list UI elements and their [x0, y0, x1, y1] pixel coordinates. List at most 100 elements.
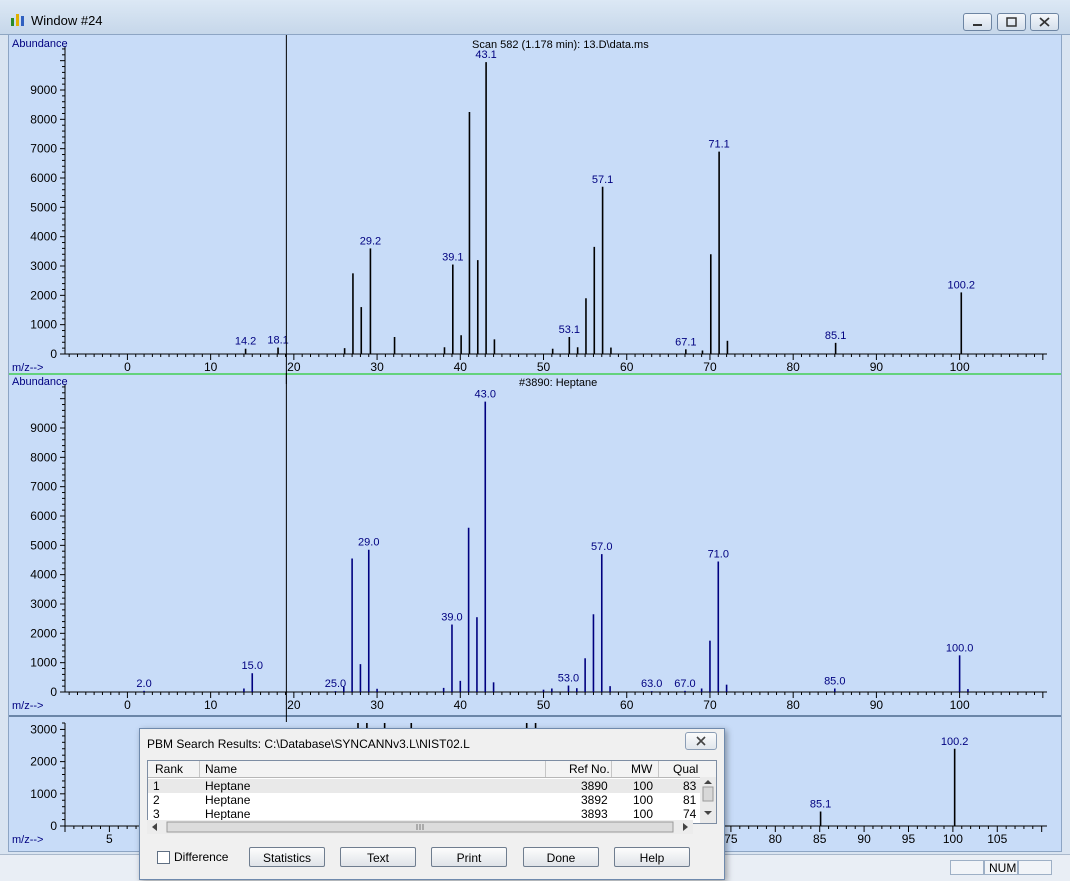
scroll-left-icon[interactable]	[152, 823, 157, 831]
col-mw-header[interactable]: MW	[631, 762, 652, 776]
col-name-header[interactable]: Name	[205, 762, 237, 776]
vertical-scrollbar[interactable]	[700, 777, 716, 823]
x-tick-label: 100	[950, 360, 970, 374]
window-title: Window #24	[31, 13, 103, 28]
row-ref: 3890	[581, 779, 608, 793]
x-tick-label: 40	[454, 698, 468, 712]
row-qual: 81	[683, 793, 697, 807]
close-icon	[1039, 17, 1050, 27]
text-button[interactable]: Text	[340, 847, 416, 867]
peak-label: 71.0	[708, 548, 729, 560]
scroll-thumb[interactable]	[702, 786, 714, 802]
peak-label: 43.0	[475, 389, 496, 401]
chemstation-icon	[11, 14, 24, 26]
status-num: NUM	[984, 860, 1018, 875]
x-tick-label: 10	[204, 360, 218, 374]
difference-checkbox[interactable]	[157, 851, 170, 864]
dialog-title: PBM Search Results: C:\Database\SYNCANNv…	[147, 737, 470, 751]
peak-label: 43.1	[475, 49, 496, 61]
restore-icon	[1006, 17, 1017, 27]
y-tick-label: 2000	[30, 626, 57, 640]
x-tick-label: 85	[813, 832, 827, 846]
y-tick-label: 9000	[30, 421, 57, 435]
peak-label: 85.1	[825, 330, 846, 342]
y-tick-label: 1000	[30, 318, 57, 332]
x-tick-label: 80	[786, 698, 800, 712]
row-rank: 3	[153, 807, 160, 821]
table-row[interactable]: 2 Heptane 3892 100 81	[148, 793, 701, 807]
y-tick-label: 2000	[30, 755, 57, 769]
peak-label: 57.0	[591, 541, 612, 553]
x-tick-label: 95	[902, 832, 916, 846]
y-tick-label: 6000	[30, 509, 57, 523]
table-row[interactable]: 3 Heptane 3893 100 74	[148, 807, 701, 821]
peak-label: 14.2	[235, 336, 256, 348]
peak-label: 63.0	[641, 678, 662, 690]
scroll-down-icon[interactable]	[704, 811, 712, 815]
help-button[interactable]: Help	[614, 847, 690, 867]
peak-label: 85.1	[810, 799, 831, 811]
scroll-right-icon[interactable]	[683, 823, 688, 831]
col-rank-header[interactable]: Rank	[155, 762, 183, 776]
statistics-button[interactable]: Statistics	[249, 847, 325, 867]
row-qual: 83	[683, 779, 697, 793]
peak-label: 39.1	[442, 252, 463, 264]
results-table[interactable]: Rank Name Ref No. MW Qual 1 Heptane 3890…	[147, 760, 717, 824]
restore-button[interactable]	[997, 13, 1026, 31]
difference-label: Difference	[174, 850, 229, 864]
y-tick-label: 5000	[30, 538, 57, 552]
x-tick-label: 100	[950, 698, 970, 712]
status-cell-blank-2	[1018, 860, 1052, 875]
x-tick-label: 0	[124, 698, 131, 712]
done-button[interactable]: Done	[523, 847, 599, 867]
scroll-up-icon[interactable]	[704, 780, 712, 784]
y-tick-label: 2000	[30, 288, 57, 302]
row-name: Heptane	[205, 793, 251, 807]
y-tick-label: 8000	[30, 450, 57, 464]
x-tick-label: 100	[943, 832, 963, 846]
peak-label: 15.0	[242, 660, 263, 672]
close-window-button[interactable]	[1030, 13, 1059, 31]
x-tick-label: 30	[370, 698, 384, 712]
spectrum-title: #3890: Heptane	[519, 377, 597, 389]
col-qual-header[interactable]: Qual	[673, 762, 698, 776]
x-tick-label: 80	[769, 832, 783, 846]
y-tick-label: 3000	[30, 722, 57, 736]
peak-label: 29.2	[360, 235, 381, 247]
x-tick-label: 70	[703, 360, 717, 374]
minimize-icon	[973, 24, 982, 26]
x-tick-label: 10	[204, 698, 218, 712]
peak-label: 67.0	[674, 678, 695, 690]
x-tick-label: 75	[724, 832, 738, 846]
table-row[interactable]: 1 Heptane 3890 100 83	[148, 779, 701, 793]
x-axis-label: m/z-->	[12, 700, 43, 712]
y-tick-label: 3000	[30, 597, 57, 611]
dialog-close-button[interactable]	[685, 732, 717, 750]
x-tick-label: 90	[870, 360, 884, 374]
print-button[interactable]: Print	[431, 847, 507, 867]
y-tick-label: 0	[50, 819, 57, 833]
horizontal-scrollbar[interactable]	[147, 820, 693, 834]
peak-label: 100.2	[941, 736, 969, 748]
peak-label: 85.0	[824, 675, 845, 687]
row-rank: 1	[153, 779, 160, 793]
row-mw: 100	[633, 779, 654, 793]
peak-label: 53.0	[558, 673, 579, 685]
y-tick-label: 1000	[30, 787, 57, 801]
row-name: Heptane	[205, 807, 251, 821]
y-tick-label: 9000	[30, 83, 57, 97]
status-cell-blank	[950, 860, 984, 875]
col-ref-header[interactable]: Ref No.	[569, 762, 610, 776]
x-tick-label: 50	[537, 698, 551, 712]
x-tick-label: 0	[124, 360, 131, 374]
x-axis-label: m/z-->	[12, 362, 43, 374]
results-header: Rank Name Ref No. MW Qual	[148, 761, 716, 778]
row-mw: 100	[633, 793, 654, 807]
row-qual: 74	[683, 807, 697, 821]
peak-label: 29.0	[358, 537, 379, 549]
minimize-button[interactable]	[963, 13, 992, 31]
x-tick-label: 70	[703, 698, 717, 712]
pbm-search-dialog: PBM Search Results: C:\Database\SYNCANNv…	[139, 728, 725, 880]
peak-label: 57.1	[592, 174, 613, 186]
x-tick-label: 80	[786, 360, 800, 374]
